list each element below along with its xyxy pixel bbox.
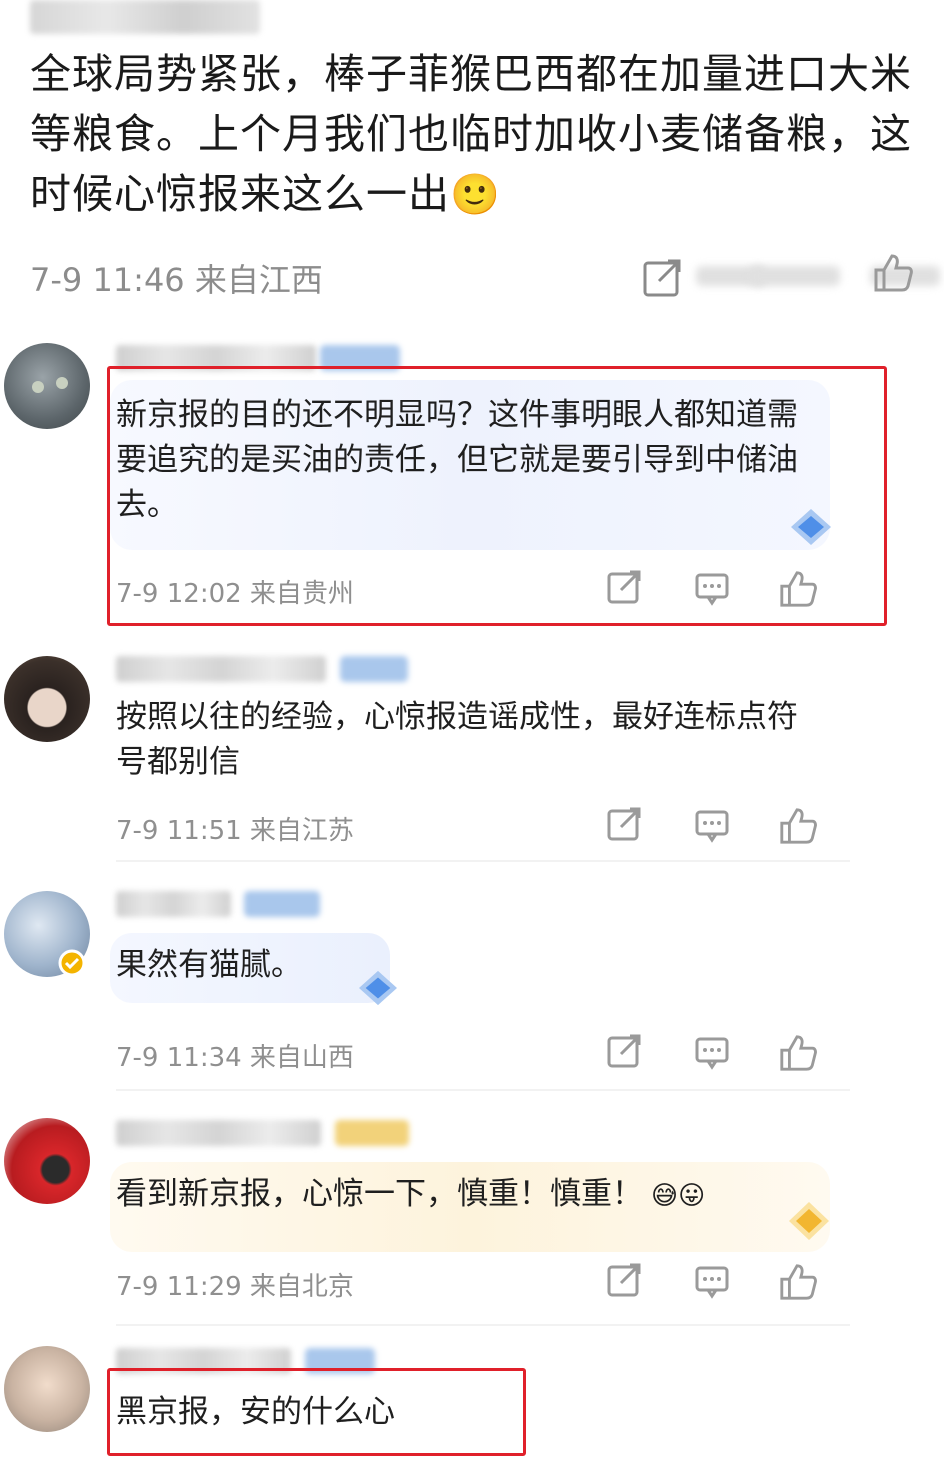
share-icon[interactable] [606, 806, 644, 844]
blurred-username [30, 0, 260, 34]
like-icon[interactable] [778, 1262, 818, 1302]
comment-meta: 7-9 11:51 来自江苏 [116, 816, 354, 846]
comment-icon[interactable] [694, 1033, 732, 1071]
divider [116, 1089, 850, 1091]
like-icon[interactable] [778, 806, 818, 846]
divider [116, 1324, 850, 1326]
comment-icon[interactable] [694, 1262, 732, 1300]
blurred-username [116, 1120, 321, 1146]
comment-item: 果然有猫腻。 7-9 11:34 来自山西 [0, 885, 944, 1095]
comment-actions [604, 806, 834, 850]
comment-item: 看到新京报，心惊一下，慎重！慎重！ 😅😛 7-9 11:29 来自北京 [0, 1112, 944, 1327]
comment-meta: 7-9 11:29 来自北京 [116, 1272, 354, 1302]
comment-emoji: 😅😛 [651, 1181, 706, 1211]
avatar[interactable] [4, 1118, 90, 1204]
comment-icon[interactable] [694, 806, 732, 844]
share-icon[interactable] [606, 1033, 644, 1071]
diamond-icon [359, 970, 397, 1006]
comment-text: 看到新京报，心惊一下，慎重！慎重！ 😅😛 [116, 1172, 816, 1219]
blurred-badge [244, 891, 320, 917]
highlight-box [107, 1368, 526, 1456]
comment-text-body: 看到新京报，心惊一下，慎重！慎重！ [116, 1176, 643, 1212]
comment-text: 按照以往的经验，心惊报造谣成性，最好连标点符号都别信 [116, 699, 798, 780]
share-icon[interactable] [606, 1262, 644, 1300]
post-emoji: 🙂 [450, 172, 501, 218]
highlight-box [107, 366, 887, 626]
like-icon[interactable] [872, 252, 914, 294]
post-meta: 7-9 11:46 来自江西 [30, 261, 323, 299]
avatar[interactable] [4, 343, 90, 429]
blurred-badge [335, 1120, 409, 1146]
comment-item: 按照以往的经验，心惊报造谣成性，最好连标点符号都别信 7-9 11:51 来自江… [0, 650, 944, 865]
blurred-username [116, 891, 231, 917]
comment-actions [604, 1033, 834, 1077]
gold-gem-icon [789, 1202, 829, 1240]
post-actions [640, 252, 944, 300]
blurred-comment-count [750, 266, 840, 286]
like-icon[interactable] [778, 1033, 818, 1073]
share-icon[interactable] [642, 258, 684, 298]
verified-badge-icon [58, 949, 86, 977]
comment-meta: 7-9 11:34 来自山西 [116, 1043, 354, 1073]
avatar[interactable] [4, 1346, 90, 1432]
post-body: 全球局势紧张，棒子菲猴巴西都在加量进口大米等粮食。上个月我们也临时加收小麦储备粮… [30, 44, 930, 225]
avatar[interactable] [4, 656, 90, 742]
blurred-username [116, 656, 326, 682]
divider [116, 860, 850, 862]
blurred-badge [340, 656, 408, 682]
comment-actions [604, 1262, 834, 1306]
